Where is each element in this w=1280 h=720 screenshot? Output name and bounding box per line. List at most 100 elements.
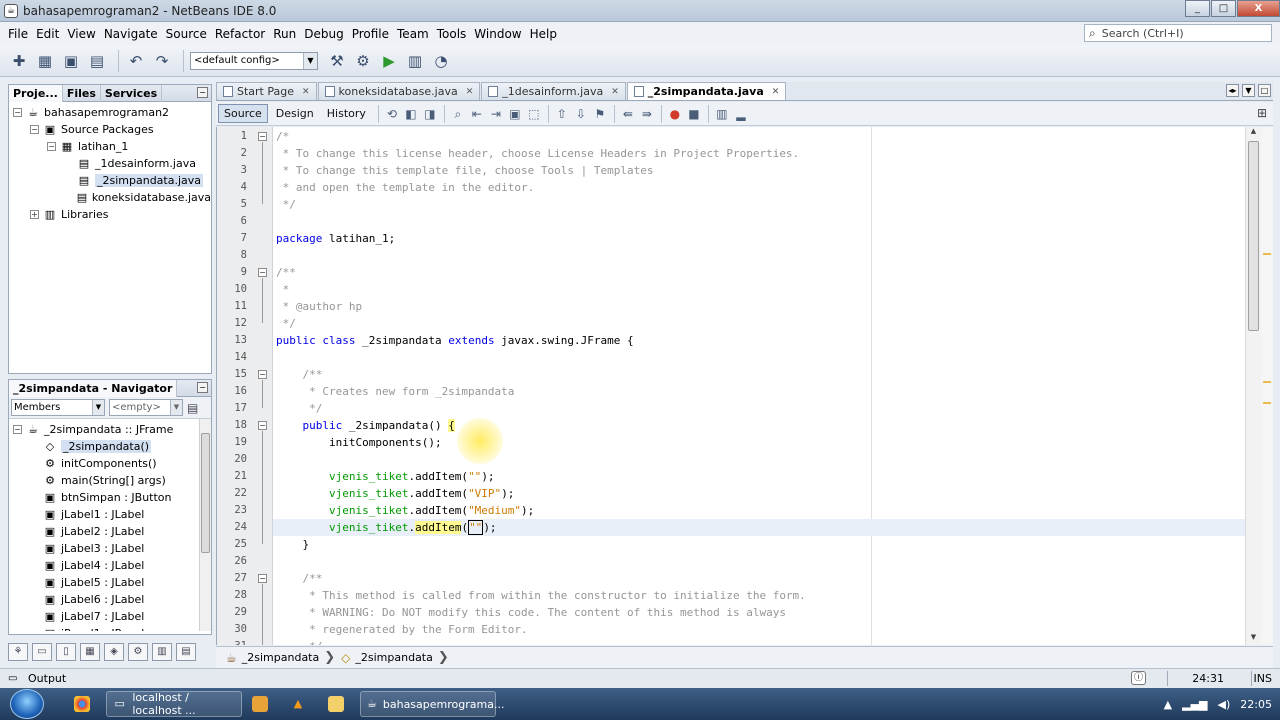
menu-tools[interactable]: Tools	[433, 27, 471, 41]
taskbar-window-localhost[interactable]: ▭ localhost / localhost ...	[106, 691, 242, 717]
start-macro-icon[interactable]: ●	[666, 105, 684, 123]
code-line[interactable]: * and open the template in the editor.	[273, 179, 1245, 196]
code-line[interactable]: vjenis_tiket.addItem("VIP");	[273, 485, 1245, 502]
last-edit-icon[interactable]: ⟲	[383, 105, 401, 123]
menu-source[interactable]: Source	[162, 27, 211, 41]
code-line[interactable]	[273, 349, 1245, 366]
tray-expand-icon[interactable]: ▲	[1164, 698, 1172, 711]
minimize-panel-icon[interactable]: −	[197, 382, 208, 393]
code-line[interactable]: initComponents();	[273, 434, 1245, 451]
code-area[interactable]: /* * To change this license header, choo…	[273, 127, 1245, 645]
fold-icon[interactable]: −	[258, 132, 267, 141]
breadcrumb-item[interactable]: ◇ _2simpandata ❯	[341, 650, 449, 665]
signal-icon[interactable]: ▂▄▆	[1182, 698, 1207, 711]
clock[interactable]: 22:05	[1240, 698, 1272, 711]
code-line[interactable]: * @author hp	[273, 298, 1245, 315]
redo-icon[interactable]: ↷	[151, 50, 173, 72]
scroll-up-icon[interactable]: ▲	[1246, 127, 1261, 139]
menu-navigate[interactable]: Navigate	[100, 27, 162, 41]
code-line[interactable]	[273, 247, 1245, 264]
navigator-settings-icon[interactable]: ▤	[187, 401, 198, 415]
close-tab-icon[interactable]: ✕	[302, 87, 310, 97]
toggle-highlight-icon[interactable]: ⬚	[525, 105, 543, 123]
navigator-scroll-thumb[interactable]	[201, 433, 210, 553]
menu-profile[interactable]: Profile	[348, 27, 393, 41]
warning-mark[interactable]	[1263, 381, 1271, 383]
chrome-taskbar-icon[interactable]	[68, 691, 102, 717]
filter-icon[interactable]: ▤	[176, 643, 196, 661]
fqn-icon[interactable]: ▥	[152, 643, 172, 661]
output-window-icon[interactable]: ▭	[8, 673, 22, 684]
tree-item[interactable]: ▤ _1desainform.java	[9, 155, 211, 172]
comment-icon[interactable]: ▥	[713, 105, 731, 123]
notifications-icon[interactable]: ⓘ	[1131, 671, 1146, 685]
code-line[interactable]: * To change this template file, choose T…	[273, 162, 1245, 179]
close-button[interactable]: X	[1237, 0, 1280, 17]
history-view-button[interactable]: History	[322, 104, 371, 123]
tab-list-icon[interactable]: ▼	[1242, 84, 1255, 97]
toggle-bookmark-icon[interactable]: ⚑	[591, 105, 609, 123]
hierarchy-icon[interactable]: ⚘	[8, 643, 28, 661]
tree-item[interactable]: − ▣ Source Packages	[9, 121, 211, 138]
code-line[interactable]: /**	[273, 366, 1245, 383]
code-line[interactable]: /**	[273, 264, 1245, 281]
find-next-icon[interactable]: ⇥	[487, 105, 505, 123]
tree-item[interactable]: ▣ jLabel1 : JLabel	[9, 506, 211, 523]
build-hammer-icon[interactable]: ⚒	[326, 50, 348, 72]
warning-mark[interactable]	[1263, 253, 1271, 255]
minimize-panel-icon[interactable]: −	[197, 87, 208, 98]
previous-bookmark-icon[interactable]: ⇧	[553, 105, 571, 123]
code-line[interactable]: public _2simpandata() {	[273, 417, 1245, 434]
code-line[interactable]: vjenis_tiket.addItem("");	[273, 468, 1245, 485]
tree-item[interactable]: ◇ _2simpandata()	[9, 438, 211, 455]
vlc-taskbar-icon[interactable]: ▲	[284, 691, 318, 717]
warning-mark[interactable]	[1263, 402, 1271, 404]
tree-item[interactable]: ▣ jLabel7 : JLabel	[9, 608, 211, 625]
firefox-taskbar-icon[interactable]	[246, 691, 280, 717]
maximize-button[interactable]: □	[1211, 0, 1236, 17]
code-line[interactable]: * This method is called from within the …	[273, 587, 1245, 604]
tree-item[interactable]: ▣ jLabel6 : JLabel	[9, 591, 211, 608]
tree-item[interactable]: − ☕ bahasapemrograman2	[9, 104, 211, 121]
methods-icon[interactable]: ▯	[56, 643, 76, 661]
code-line[interactable]: */	[273, 196, 1245, 213]
shift-right-icon[interactable]: ⇛	[638, 105, 656, 123]
source-view-button[interactable]: Source	[218, 104, 268, 123]
menu-team[interactable]: Team	[393, 27, 433, 41]
code-line[interactable]: *	[273, 281, 1245, 298]
tree-item[interactable]: ⚙ main(String[] args)	[9, 472, 211, 489]
editor-tab[interactable]: _1desainform.java ✕	[481, 82, 626, 100]
tree-item[interactable]: ▣ jLabel3 : JLabel	[9, 540, 211, 557]
insert-mode[interactable]: INS	[1254, 672, 1272, 685]
sort-icon[interactable]: ⚙	[128, 643, 148, 661]
code-line[interactable]: * regenerated by the Form Editor.	[273, 621, 1245, 638]
menu-file[interactable]: File	[4, 27, 32, 41]
code-line[interactable]: */	[273, 400, 1245, 417]
menu-debug[interactable]: Debug	[300, 27, 347, 41]
code-line[interactable]: vjenis_tiket.addItem("Medium");	[273, 502, 1245, 519]
code-line[interactable]: * To change this license header, choose …	[273, 145, 1245, 162]
editor-scrollbar[interactable]: ▲ ▼	[1245, 127, 1261, 645]
scroll-tabs-icon[interactable]: ◂▸	[1226, 84, 1239, 97]
new-project-icon[interactable]: ▦	[34, 50, 56, 72]
code-line[interactable]: /*	[273, 128, 1245, 145]
fold-icon[interactable]: −	[258, 370, 267, 379]
shift-left-icon[interactable]: ⇚	[619, 105, 637, 123]
tree-item[interactable]: ▣ btnSimpan : JButton	[9, 489, 211, 506]
tree-item[interactable]: ▤ _2simpandata.java	[9, 172, 211, 189]
code-line[interactable]: */	[273, 638, 1245, 645]
tree-item[interactable]: ⚙ initComponents()	[9, 455, 211, 472]
tree-item[interactable]: ▤ koneksidatabase.java	[9, 189, 211, 206]
error-stripe[interactable]	[1261, 127, 1273, 645]
volume-icon[interactable]: ◀)	[1218, 698, 1231, 711]
collapse-icon[interactable]: −	[47, 142, 56, 151]
explorer-taskbar-icon[interactable]	[322, 691, 356, 717]
code-line[interactable]	[273, 553, 1245, 570]
editor-tab[interactable]: Start Page ✕	[216, 82, 317, 100]
start-button[interactable]	[10, 689, 44, 719]
code-line[interactable]: }	[273, 536, 1245, 553]
menu-edit[interactable]: Edit	[32, 27, 63, 41]
fold-icon[interactable]: −	[258, 421, 267, 430]
code-line[interactable]: * Creates new form _2simpandata	[273, 383, 1245, 400]
run-icon[interactable]: ▶	[378, 50, 400, 72]
